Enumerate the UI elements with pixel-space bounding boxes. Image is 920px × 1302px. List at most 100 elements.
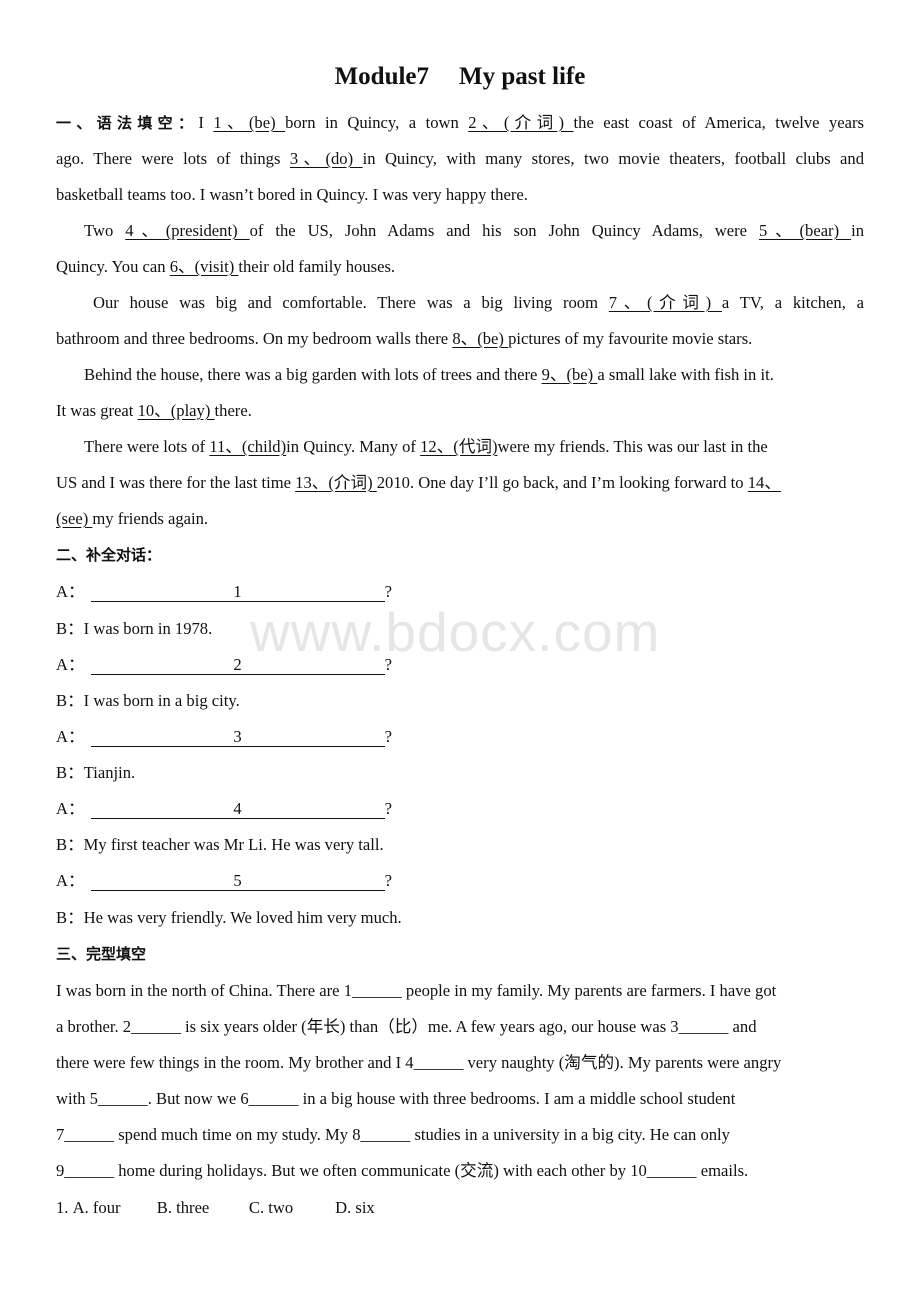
text: in Quincy, with many stores, two movie t… — [362, 149, 865, 168]
dialog-line-a1: A： 1? — [56, 580, 392, 604]
dialog-line-a5: A： 5? — [56, 869, 392, 893]
dialog-text: I was born in a big city. — [83, 691, 240, 710]
text: were my friends. This was our last in th… — [497, 437, 768, 456]
text: Two — [84, 221, 126, 240]
question-mark: ? — [384, 871, 392, 890]
blank-7[interactable]: 7、(介词) — [609, 293, 722, 312]
text: a small lake with fish in it. — [597, 365, 774, 384]
option-d[interactable]: D. six — [335, 1196, 375, 1220]
speaker: B： — [56, 691, 84, 710]
s1-line-3: basketball teams too. I wasn’t bored in … — [56, 183, 528, 207]
question-number: 1. — [56, 1198, 69, 1217]
option-c[interactable]: C. two — [249, 1196, 331, 1220]
blank-2[interactable]: 2、(介词) — [468, 113, 573, 132]
dialog-text: I was born in 1978. — [83, 619, 213, 638]
text: in Quincy. Many of — [286, 437, 421, 456]
cloze-line-3: there were few things in the room. My br… — [56, 1053, 782, 1072]
section2-heading: 二、补全对话： — [56, 546, 162, 564]
s1-line-11: US and I was there for the last time 13、… — [56, 471, 781, 495]
s1-line-6: Our house was big and comfortable. There… — [93, 291, 864, 315]
dialog-line-b4: B：My first teacher was Mr Li. He was ver… — [56, 833, 384, 857]
speaker: A： — [56, 655, 85, 674]
text: my friends again. — [92, 509, 209, 528]
dialog-line-b5: B：He was very friendly. We loved him ver… — [56, 906, 402, 930]
question-mark: ? — [384, 799, 392, 818]
question-mark: ? — [384, 727, 392, 746]
section1-heading: 一、语法填空： — [56, 114, 199, 132]
dialog-blank-4[interactable]: 4 — [90, 800, 385, 819]
speaker: B： — [56, 908, 84, 927]
s1-line-5: Quincy. You can 6、(visit) their old fami… — [56, 255, 395, 279]
speaker: A： — [56, 727, 85, 746]
cloze-line-6: 9______ home during holidays. But we oft… — [56, 1161, 749, 1180]
text: 2010. One day I’ll go back, and I’m look… — [376, 473, 748, 492]
blank-4[interactable]: 4、(president) — [125, 221, 249, 240]
text: of the US, John Adams and his son John Q… — [249, 221, 759, 240]
question-1-options: 1. A. four B. three C. two D. six — [56, 1196, 375, 1220]
cloze-line-4: with 5______. But now we 6______ in a bi… — [56, 1089, 736, 1108]
blank-13[interactable]: 13、(介词) — [295, 473, 377, 492]
dialog-blank-5[interactable]: 5 — [90, 872, 385, 891]
blank-14-cont[interactable]: (see) — [56, 509, 92, 528]
speaker: B： — [56, 619, 84, 638]
text: the east coast of America, twelve years — [573, 113, 864, 132]
blank-9[interactable]: 9、(be) — [542, 365, 598, 384]
blank-8[interactable]: 8、(be) — [452, 329, 508, 348]
text: US and I was there for the last time — [56, 473, 296, 492]
dialog-blank-3[interactable]: 3 — [90, 728, 385, 747]
text: Quincy. You can — [56, 257, 170, 276]
s1-line-4: Two 4、(president) of the US, John Adams … — [84, 219, 864, 243]
section3-heading: 三、完型填空 — [56, 945, 147, 963]
document-page: www.bdocx.com Module7 My past life 一、语法填空… — [0, 0, 920, 1302]
blank-14[interactable]: 14、 — [748, 473, 781, 492]
cloze-line-5: 7______ spend much time on my study. My … — [56, 1125, 730, 1144]
title-module: Module7 — [334, 63, 430, 90]
speaker: A： — [56, 582, 85, 601]
dialog-text: Tianjin. — [83, 763, 136, 782]
question-mark: ? — [384, 655, 392, 674]
question-mark: ? — [384, 582, 392, 601]
page-title: Module7 My past life — [0, 63, 920, 91]
dialog-blank-2[interactable]: 2 — [90, 656, 385, 675]
dialog-text: He was very friendly. We loved him very … — [83, 908, 402, 927]
text: Our house was big and comfortable. There… — [93, 293, 609, 312]
dialog-line-a4: A： 4? — [56, 797, 392, 821]
speaker: A： — [56, 871, 85, 890]
option-b[interactable]: B. three — [157, 1196, 245, 1220]
blank-11[interactable]: 11、(child) — [209, 437, 286, 456]
s1-line-9: It was great 10、(play) there. — [56, 399, 252, 423]
blank-12[interactable]: 12、(代词) — [420, 437, 497, 456]
s1-line-12: (see) my friends again. — [56, 507, 208, 531]
s1-line-2: ago. There were lots of things 3、(do) in… — [56, 147, 864, 171]
text: there. — [214, 401, 252, 420]
dialog-line-a3: A： 3? — [56, 725, 392, 749]
dialog-line-b1: B：I was born in 1978. — [56, 617, 212, 641]
dialog-text: My first teacher was Mr Li. He was very … — [83, 835, 384, 854]
option-a[interactable]: A. four — [73, 1196, 153, 1220]
text: born in Quincy, a town — [285, 113, 469, 132]
s1-line-8: Behind the house, there was a big garden… — [84, 363, 774, 387]
text: It was great — [56, 401, 138, 420]
speaker: B： — [56, 835, 84, 854]
dialog-line-b2: B：I was born in a big city. — [56, 689, 240, 713]
s1-line-10: There were lots of 11、(child)in Quincy. … — [84, 435, 768, 459]
text: bathroom and three bedrooms. On my bedro… — [56, 329, 453, 348]
text: pictures of my favourite movie stars. — [508, 329, 753, 348]
blank-3[interactable]: 3、(do) — [290, 149, 363, 168]
text: Behind the house, there was a big garden… — [84, 365, 542, 384]
blank-10[interactable]: 10、(play) — [138, 401, 215, 420]
text: ago. There were lots of things — [56, 149, 290, 168]
text: There were lots of — [84, 437, 210, 456]
s1-line-7: bathroom and three bedrooms. On my bedro… — [56, 327, 752, 351]
cloze-line-1: I was born in the north of China. There … — [56, 981, 777, 1000]
blank-6[interactable]: 6、(visit) — [170, 257, 239, 276]
dialog-blank-1[interactable]: 1 — [90, 583, 385, 602]
blank-5[interactable]: 5、(bear) — [759, 221, 851, 240]
dialog-line-b3: B：Tianjin. — [56, 761, 135, 785]
section3-heading-line: 三、完型填空 — [56, 942, 146, 966]
section2-heading-line: 二、补全对话： — [56, 543, 161, 567]
blank-1[interactable]: 1、(be) — [213, 113, 285, 132]
speaker: A： — [56, 799, 85, 818]
cloze-line-2: a brother. 2______ is six years older (年… — [56, 1017, 757, 1036]
text: basketball teams too. I wasn’t bored in … — [56, 185, 528, 204]
